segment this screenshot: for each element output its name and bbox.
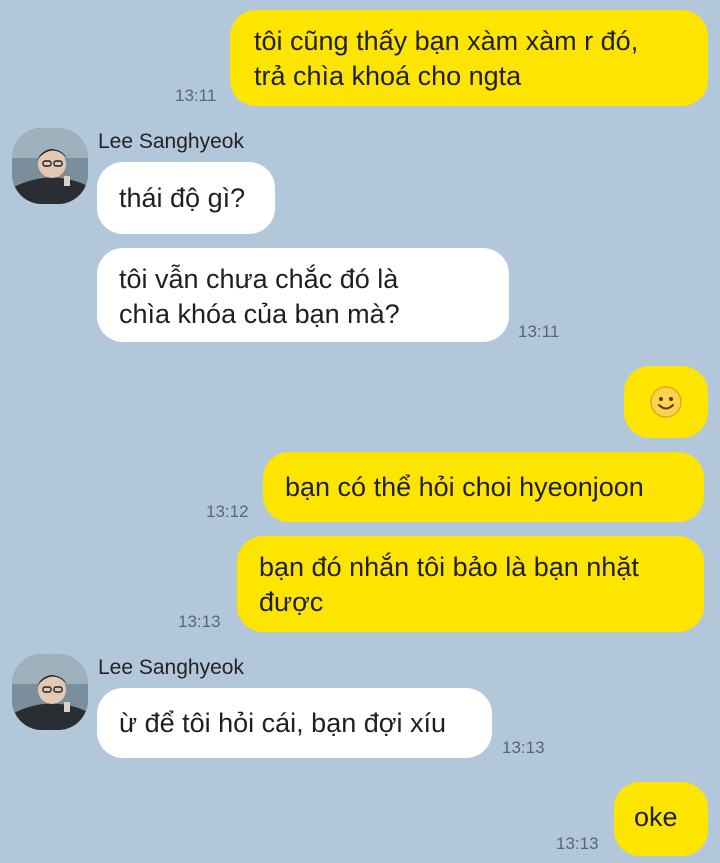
message-timestamp: 13:13	[556, 834, 599, 853]
contact-avatar[interactable]	[12, 654, 88, 730]
message-text-line: được	[259, 587, 324, 617]
message-text-line: tôi vẫn chưa chắc đó là	[119, 264, 399, 294]
smiley-emoji-icon	[650, 386, 682, 418]
message-timestamp: 13:12	[206, 502, 249, 521]
message-timestamp: 13:13	[502, 738, 545, 757]
incoming-message-bubble[interactable]: ừ để tôi hỏi cái, bạn đợi xíu	[97, 688, 492, 758]
outgoing-message-bubble[interactable]: bạn có thể hỏi choi hyeonjoon	[263, 452, 704, 522]
message-text: thái độ gì?	[119, 183, 246, 213]
message-text-line: tôi cũng thấy bạn xàm xàm r đó,	[254, 26, 639, 56]
outgoing-message-bubble[interactable]: bạn đó nhắn tôi bảo là bạn nhặt được	[237, 536, 704, 632]
sender-name: Lee Sanghyeok	[98, 656, 244, 679]
outgoing-message-bubble[interactable]: oke	[614, 782, 708, 856]
message-text: ừ để tôi hỏi cái, bạn đợi xíu	[119, 708, 446, 738]
message-timestamp: 13:13	[178, 612, 221, 631]
incoming-message-bubble[interactable]: thái độ gì?	[97, 162, 275, 234]
incoming-message-bubble[interactable]: tôi vẫn chưa chắc đó là chìa khóa của bạ…	[97, 248, 509, 342]
sender-name: Lee Sanghyeok	[98, 130, 244, 153]
outgoing-emoji-bubble[interactable]	[624, 366, 708, 438]
message-text-line: bạn đó nhắn tôi bảo là bạn nhặt	[259, 552, 639, 582]
message-text-line: chìa khóa của bạn mà?	[119, 299, 400, 329]
contact-avatar[interactable]	[12, 128, 88, 204]
message-text: oke	[634, 802, 678, 832]
avatar-photo-icon	[12, 128, 88, 204]
message-timestamp: 13:11	[175, 86, 217, 105]
avatar-photo-icon	[12, 654, 88, 730]
message-text-line: trả chìa khoá cho ngta	[254, 61, 522, 91]
outgoing-message-bubble[interactable]: tôi cũng thấy bạn xàm xàm r đó, trả chìa…	[230, 10, 708, 106]
message-text: bạn có thể hỏi choi hyeonjoon	[285, 472, 644, 502]
message-timestamp: 13:11	[518, 322, 560, 341]
